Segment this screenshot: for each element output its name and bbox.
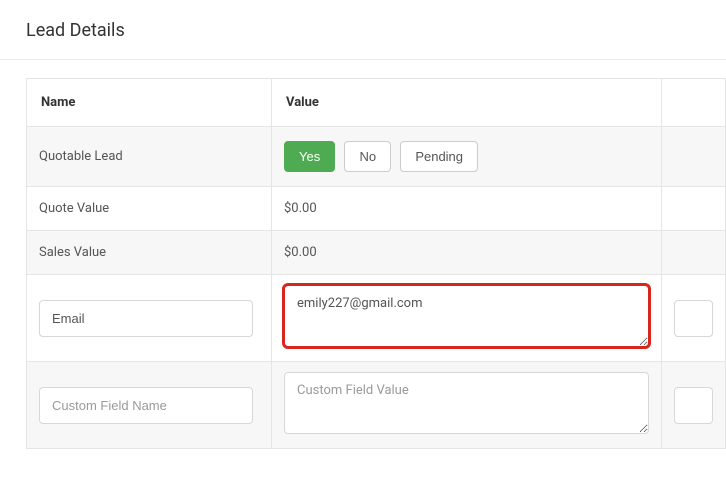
col-header-name: Name — [27, 79, 272, 127]
quote-value-cell: $0.00 — [272, 187, 662, 231]
quotable-pending-button[interactable]: Pending — [400, 141, 478, 172]
row-sales-value: Sales Value $0.00 — [27, 231, 726, 275]
row-quote-value: Quote Value $0.00 — [27, 187, 726, 231]
row-custom-field — [27, 362, 726, 449]
col-header-extra — [662, 79, 726, 127]
row-label-sales-value: Sales Value — [27, 231, 272, 275]
row-label-quotable: Quotable Lead — [27, 127, 272, 187]
row-quotable-lead: Quotable Lead Yes No Pending — [27, 127, 726, 187]
email-extra-input[interactable] — [674, 300, 713, 337]
quotable-yes-button[interactable]: Yes — [284, 141, 335, 172]
section-title: Lead Details — [0, 20, 726, 60]
sales-value-cell: $0.00 — [272, 231, 662, 275]
email-label-input[interactable] — [39, 300, 253, 337]
col-header-value: Value — [272, 79, 662, 127]
quotable-no-button[interactable]: No — [344, 141, 391, 172]
custom-extra-input[interactable] — [674, 387, 713, 424]
custom-field-value-textarea[interactable] — [284, 372, 649, 434]
row-email — [27, 275, 726, 362]
email-value-textarea[interactable] — [284, 285, 649, 347]
custom-field-name-input[interactable] — [39, 387, 253, 424]
row-label-quote-value: Quote Value — [27, 187, 272, 231]
lead-details-table: Name Value Quotable Lead Yes No Pending — [26, 78, 726, 449]
